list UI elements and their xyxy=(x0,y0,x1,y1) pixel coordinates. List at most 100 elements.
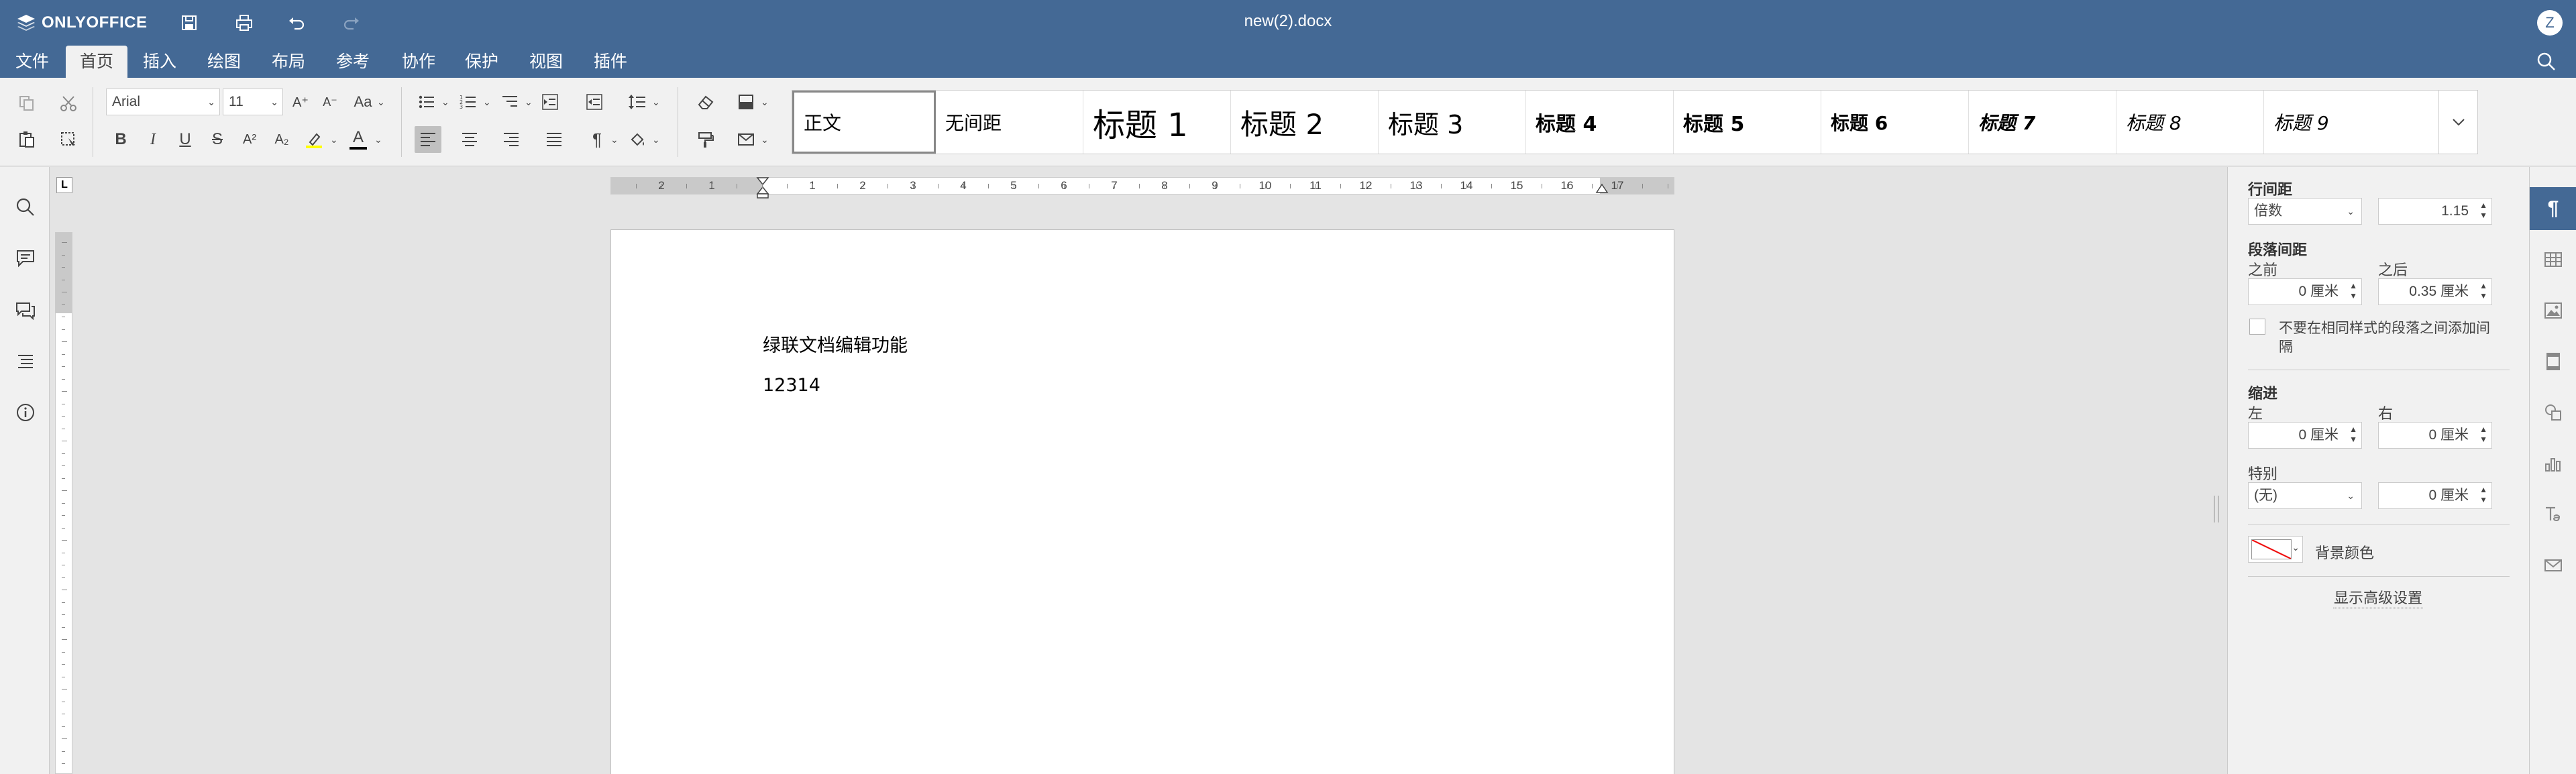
mail-merge-settings-tab[interactable] xyxy=(2540,552,2567,579)
special-indent-type-select[interactable]: (无) ⌄ xyxy=(2248,482,2362,509)
style-gallery-expand-button[interactable] xyxy=(2439,90,2478,154)
bullets-button[interactable] xyxy=(413,89,440,115)
chart-settings-tab[interactable] xyxy=(2540,450,2567,477)
copy-button[interactable] xyxy=(13,90,40,117)
style-heading-7[interactable]: 标题 7 xyxy=(1969,91,2116,154)
right-indent-marker-icon[interactable] xyxy=(1595,182,1609,197)
spacing-before-input[interactable]: 0 厘米 ▲ ▼ xyxy=(2248,278,2362,305)
indent-left-input[interactable]: 0 厘米 ▲ ▼ xyxy=(2248,422,2362,449)
style-heading-1[interactable]: 标题 1 xyxy=(1083,91,1231,154)
style-heading-9[interactable]: 标题 9 xyxy=(2264,91,2438,154)
spacing-after-input[interactable]: 0.35 厘米 ▲ ▼ xyxy=(2378,278,2492,305)
print-button[interactable] xyxy=(231,9,258,36)
style-heading-4[interactable]: 标题 4 xyxy=(1526,91,1674,154)
special-indent-value-input[interactable]: 0 厘米 ▲ ▼ xyxy=(2378,482,2492,509)
header-footer-settings-tab[interactable] xyxy=(2540,348,2567,375)
tab-draw[interactable]: 绘图 xyxy=(200,46,248,78)
font-size-select[interactable]: 11 ⌄ xyxy=(223,89,283,115)
first-line-indent-marker-icon[interactable] xyxy=(756,176,769,199)
highlight-color-button[interactable] xyxy=(301,126,327,153)
justify-button[interactable] xyxy=(541,126,568,153)
increase-font-size-button[interactable]: A⁺ xyxy=(287,89,314,115)
tab-plugins[interactable]: 插件 xyxy=(586,46,635,78)
font-name-select[interactable]: Arial ⌄ xyxy=(106,89,220,115)
style-heading-2[interactable]: 标题 2 xyxy=(1231,91,1379,154)
horizontal-ruler[interactable]: 2 1 1 2 3 4 5 6 7 8 9 10 11 12 13 14 15 … xyxy=(610,177,1674,199)
spinner-arrows-icon: ▲ ▼ xyxy=(2479,201,2487,220)
mail-merge-button[interactable] xyxy=(733,126,759,153)
tab-stop-selector[interactable]: L xyxy=(56,177,72,193)
style-no-spacing[interactable]: 无间距 xyxy=(936,91,1083,154)
style-heading-6[interactable]: 标题 6 xyxy=(1821,91,1969,154)
dont-add-space-checkbox[interactable] xyxy=(2249,319,2265,335)
left-panel-about-button[interactable] xyxy=(13,400,38,425)
increase-indent-button[interactable] xyxy=(581,89,608,115)
clear-style-button[interactable] xyxy=(692,89,719,115)
nonprinting-characters-button[interactable]: ¶ xyxy=(584,126,610,153)
underline-button[interactable]: U xyxy=(172,126,199,153)
paragraph-shading-button[interactable] xyxy=(624,126,651,153)
tab-references[interactable]: 参考 xyxy=(329,46,377,78)
decrease-indent-button[interactable] xyxy=(537,89,564,115)
multilevel-list-button[interactable] xyxy=(496,89,523,115)
left-panel-search-button[interactable] xyxy=(13,195,38,219)
tab-view[interactable]: 视图 xyxy=(522,46,570,78)
tab-insert[interactable]: 插入 xyxy=(136,46,184,78)
change-case-button[interactable]: Aa xyxy=(347,89,378,115)
font-color-button[interactable]: A xyxy=(345,126,372,153)
copy-style-button[interactable] xyxy=(692,126,719,153)
ruler-tick xyxy=(686,184,687,188)
select-all-button[interactable] xyxy=(55,126,82,153)
paragraph-settings-tab[interactable]: ¶ xyxy=(2530,187,2576,230)
spacing-after-label: 之后 xyxy=(2378,262,2408,278)
align-right-button[interactable] xyxy=(498,126,525,153)
image-settings-tab[interactable] xyxy=(2540,297,2567,324)
tab-file[interactable]: 文件 xyxy=(8,46,56,78)
redo-button[interactable] xyxy=(338,9,365,36)
align-center-button[interactable] xyxy=(456,126,483,153)
undo-button[interactable] xyxy=(283,9,310,36)
right-panel-resizer[interactable] xyxy=(2207,167,2227,774)
bold-button[interactable]: B xyxy=(107,126,134,153)
save-button[interactable] xyxy=(176,9,203,36)
user-avatar[interactable]: Z xyxy=(2537,10,2563,36)
line-spacing-value-input[interactable]: 1.15 ▲ ▼ xyxy=(2378,198,2492,225)
numbering-button[interactable]: 123 xyxy=(455,89,482,115)
left-panel-navigation-button[interactable] xyxy=(13,349,38,374)
line-spacing-button[interactable] xyxy=(624,89,651,115)
text-art-settings-tab[interactable] xyxy=(2540,501,2567,528)
italic-button[interactable]: I xyxy=(140,126,166,153)
style-heading-8[interactable]: 标题 8 xyxy=(2116,91,2264,154)
style-heading-3[interactable]: 标题 3 xyxy=(1379,91,1526,154)
color-scheme-button[interactable] xyxy=(733,89,759,115)
tab-protection[interactable]: 保护 xyxy=(458,46,506,78)
left-panel-chat-button[interactable] xyxy=(13,298,38,323)
superscript-button[interactable]: A² xyxy=(236,126,263,153)
app-logo[interactable]: ONLYOFFICE xyxy=(16,12,147,34)
show-advanced-settings-link[interactable]: 显示高级设置 xyxy=(2333,586,2423,608)
decrease-font-size-button[interactable]: A⁻ xyxy=(317,89,343,115)
style-normal[interactable]: 正文 xyxy=(792,91,936,154)
strikethrough-button[interactable]: S xyxy=(204,126,231,153)
chevron-down-icon: ⌄ xyxy=(374,134,382,145)
tab-home[interactable]: 首页 xyxy=(66,46,127,78)
document-paragraph[interactable]: 12314 xyxy=(763,375,820,396)
cut-button[interactable] xyxy=(55,90,82,117)
document-page[interactable]: 绿联文档编辑功能 12314 xyxy=(610,229,1674,774)
align-left-button[interactable] xyxy=(415,126,441,153)
header-search-button[interactable] xyxy=(2536,51,2557,72)
ruler-tick xyxy=(62,353,65,355)
left-panel-comments-button[interactable] xyxy=(13,246,38,270)
style-heading-5[interactable]: 标题 5 xyxy=(1674,91,1821,154)
indent-right-input[interactable]: 0 厘米 ▲ ▼ xyxy=(2378,422,2492,449)
document-paragraph[interactable]: 绿联文档编辑功能 xyxy=(763,331,908,357)
paste-button[interactable] xyxy=(13,126,40,153)
vertical-ruler[interactable] xyxy=(55,232,72,774)
tab-collaboration[interactable]: 协作 xyxy=(394,46,443,78)
background-color-picker[interactable]: ⌄ xyxy=(2248,536,2303,563)
table-settings-tab[interactable] xyxy=(2540,246,2567,273)
subscript-button[interactable]: A₂ xyxy=(268,126,295,153)
tab-layout[interactable]: 布局 xyxy=(264,46,313,78)
line-spacing-type-select[interactable]: 倍数 ⌄ xyxy=(2248,198,2362,225)
shape-settings-tab[interactable] xyxy=(2540,399,2567,426)
